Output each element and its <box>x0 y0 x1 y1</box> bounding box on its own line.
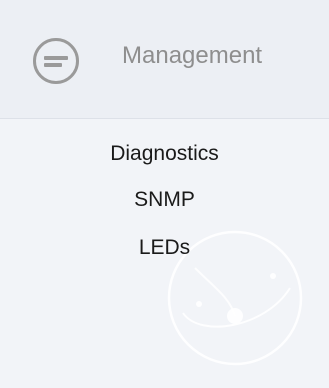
nav-item-snmp[interactable]: SNMP <box>0 176 329 224</box>
nav-item-leds[interactable]: LEDs <box>0 224 329 272</box>
management-title: Management <box>122 42 263 69</box>
management-nav: Diagnostics SNMP LEDs <box>0 132 329 272</box>
nav-item-diagnostics[interactable]: Diagnostics <box>0 132 329 176</box>
menu-lines-icon <box>32 37 80 85</box>
management-panel: Management Diagnostics SNMP LEDs <box>0 0 329 388</box>
management-header[interactable]: Management <box>0 0 329 119</box>
